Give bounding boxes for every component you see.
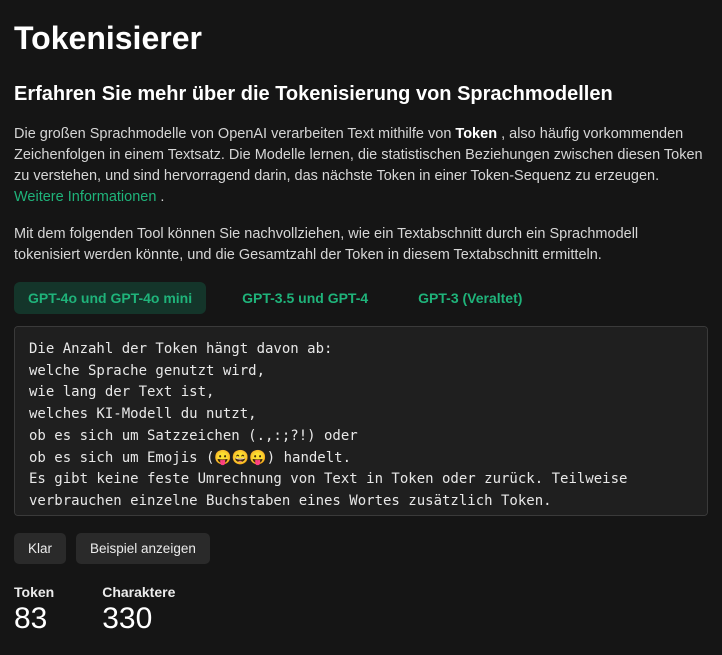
- char-label: Charaktere: [102, 584, 175, 600]
- token-stat: Token 83: [14, 584, 54, 636]
- token-strong: Token: [455, 126, 497, 142]
- page-subtitle: Erfahren Sie mehr über die Tokenisierung…: [14, 83, 708, 106]
- button-row: Klar Beispiel anzeigen: [14, 533, 708, 564]
- token-label: Token: [14, 584, 54, 600]
- model-tabs: GPT-4o und GPT-4o mini GPT-3.5 und GPT-4…: [14, 282, 708, 314]
- page-title: Tokenisierer: [14, 20, 708, 57]
- intro-text-3: .: [156, 189, 164, 205]
- stats-row: Token 83 Charaktere 330: [14, 584, 708, 636]
- more-info-link[interactable]: Weitere Informationen: [14, 189, 156, 205]
- tab-gpt3-legacy[interactable]: GPT-3 (Veraltet): [404, 282, 536, 314]
- clear-button[interactable]: Klar: [14, 533, 66, 564]
- intro-paragraph-1: Die großen Sprachmodelle von OpenAI vera…: [14, 124, 708, 208]
- token-value: 83: [14, 602, 54, 636]
- intro-text: Die großen Sprachmodelle von OpenAI vera…: [14, 126, 455, 142]
- tab-gpt4o[interactable]: GPT-4o und GPT-4o mini: [14, 282, 206, 314]
- char-stat: Charaktere 330: [102, 584, 175, 636]
- char-value: 330: [102, 602, 175, 636]
- tab-gpt35-gpt4[interactable]: GPT-3.5 und GPT-4: [228, 282, 382, 314]
- tokenizer-input[interactable]: [14, 326, 708, 516]
- show-example-button[interactable]: Beispiel anzeigen: [76, 533, 210, 564]
- intro-paragraph-2: Mit dem folgenden Tool können Sie nachvo…: [14, 224, 708, 266]
